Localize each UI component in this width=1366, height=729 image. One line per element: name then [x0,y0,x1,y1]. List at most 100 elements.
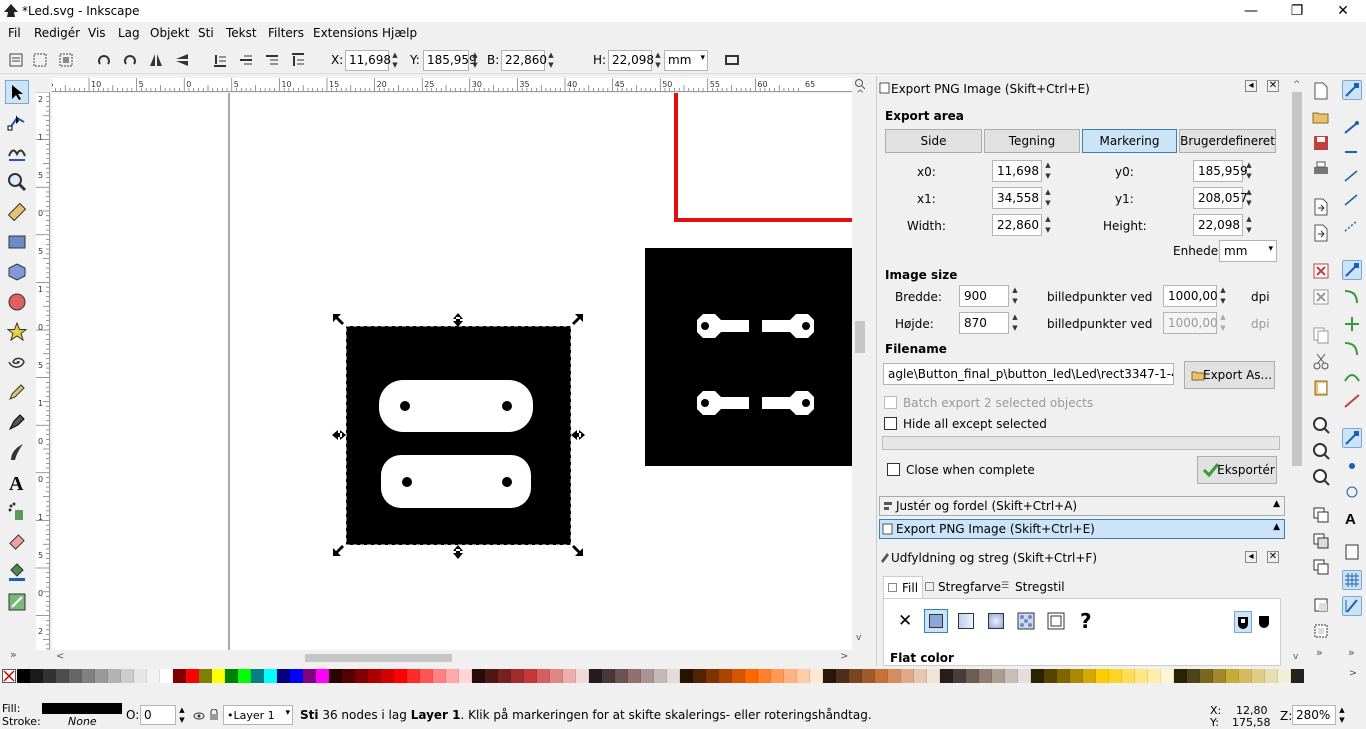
color-swatch[interactable] [680,669,693,683]
color-swatch[interactable] [1187,669,1200,683]
menu-lag[interactable]: Lag [118,26,140,40]
rotate-ccw-icon[interactable] [96,52,112,68]
bredde-stepper[interactable]: ▲ ▼ [1010,285,1020,307]
x-field[interactable]: 11,698 [345,50,391,71]
scroll-down-icon[interactable]: v [856,633,861,643]
area-markering-button[interactable]: Markering [1082,129,1177,153]
color-swatch[interactable] [1213,669,1226,683]
height-stepper[interactable]: ▲ ▼ [1244,214,1254,236]
fill-collapse-icon[interactable]: ◂ [1245,551,1257,563]
redo-icon[interactable] [1312,288,1330,306]
color-swatch[interactable] [472,669,485,683]
menu-hjaelp[interactable]: Hjælp [382,26,417,40]
fill-rule-evenodd-button[interactable] [1234,611,1252,633]
color-swatch[interactable] [212,669,225,683]
width-field[interactable]: 22,860 [992,214,1042,236]
x-stepper[interactable]: ▲ ▼ [390,50,400,71]
color-swatch[interactable] [329,669,342,683]
select-all-icon[interactable] [8,52,24,68]
print-icon[interactable] [1312,160,1330,178]
color-swatch[interactable] [706,669,719,683]
color-swatch[interactable] [888,669,901,683]
hojde-field[interactable]: 870 [959,312,1009,334]
node-tool[interactable] [5,110,29,134]
color-swatch[interactable] [953,669,966,683]
color-swatch[interactable] [1161,669,1174,683]
scroll-right-icon[interactable]: > [840,651,848,662]
color-swatch[interactable] [589,669,602,683]
color-swatch[interactable] [1018,669,1031,683]
raise-to-top-icon[interactable] [212,52,228,68]
selected-led-object[interactable] [345,325,572,546]
menu-tekst[interactable]: Tekst [226,26,257,40]
flat-color-button[interactable] [924,609,948,633]
menu-rediger[interactable]: Redigér [34,26,80,40]
color-swatch[interactable] [524,669,537,683]
color-swatch[interactable] [1083,669,1096,683]
snap-bbox-corner-icon[interactable] [1342,166,1362,186]
layer-lock-icon[interactable] [209,709,219,721]
palette-menu-icon[interactable]: > [1343,668,1363,679]
color-swatch[interactable] [602,669,615,683]
color-swatch[interactable] [641,669,654,683]
swatch-button[interactable] [1044,609,1068,633]
paint-bucket-tool[interactable] [5,560,29,584]
color-swatch[interactable] [56,669,69,683]
bredde-field[interactable]: 900 [959,285,1009,307]
color-swatch[interactable] [810,669,823,683]
zoom-drawing-icon[interactable] [1312,442,1330,460]
paste-icon[interactable] [1312,378,1330,396]
menu-filters[interactable]: Filters [268,26,304,40]
commands-overflow-icon[interactable]: » [1316,646,1323,659]
color-swatch[interactable] [1278,669,1291,683]
eraser-tool[interactable] [5,530,29,554]
color-swatch[interactable] [277,669,290,683]
star-tool[interactable] [5,320,29,344]
stroke-indicator[interactable]: None [68,715,97,728]
color-swatch[interactable] [1044,669,1057,683]
flip-horizontal-icon[interactable] [148,52,164,68]
color-swatch[interactable] [1096,669,1109,683]
unlink-clone-icon[interactable] [1312,558,1330,576]
color-swatch[interactable] [862,669,875,683]
width-field[interactable]: 22,860 [501,50,547,71]
pencil-tool[interactable] [5,380,29,404]
import-icon[interactable] [1312,198,1330,216]
cut-icon[interactable] [1312,352,1330,370]
color-swatch[interactable] [537,669,550,683]
color-swatch[interactable] [147,669,160,683]
snap-guide-button[interactable] [1342,596,1362,616]
color-swatch[interactable] [667,669,680,683]
color-swatch[interactable] [1200,669,1213,683]
zoom-page-icon[interactable] [1312,468,1330,486]
color-swatch[interactable] [1239,669,1252,683]
deselect-icon[interactable] [58,52,74,68]
ungroup-icon[interactable] [1312,622,1330,640]
height-field[interactable]: 22,098 [608,50,654,71]
color-swatch[interactable] [225,669,238,683]
color-swatch[interactable] [1057,669,1070,683]
color-swatch[interactable] [17,669,30,683]
menu-extensions[interactable]: Extensions [313,26,378,40]
text-tool[interactable]: A [5,470,29,494]
dpi-x-field[interactable]: 1000,00 [1163,285,1218,307]
menu-fil[interactable]: Fil [8,26,21,40]
height-field[interactable]: 22,098 [1193,214,1243,236]
red-outline-path[interactable] [674,93,852,222]
color-swatch[interactable] [875,669,888,683]
color-swatch[interactable] [121,669,134,683]
color-swatch[interactable] [1135,669,1148,683]
snap-midpoint-icon[interactable] [1342,392,1362,412]
snap-bbox-edge-icon[interactable] [1342,142,1362,162]
save-icon[interactable] [1312,134,1330,152]
menu-objekt[interactable]: Objekt [150,26,189,40]
color-swatch[interactable] [173,669,186,683]
color-swatch[interactable] [849,669,862,683]
tab-fill[interactable]: Fill [883,576,923,598]
duplicate-icon[interactable] [1312,506,1330,524]
snap-intersection-icon[interactable] [1342,314,1362,334]
zoom-selection-icon[interactable] [1312,416,1330,434]
color-swatch[interactable] [316,669,329,683]
measure-tool[interactable] [5,200,29,224]
color-swatch[interactable] [186,669,199,683]
